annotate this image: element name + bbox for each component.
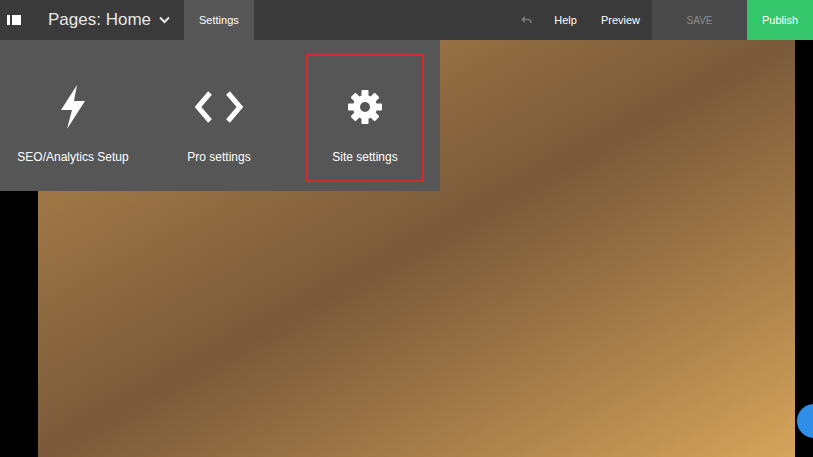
settings-menu-item[interactable]: Pro settings xyxy=(146,40,292,182)
save-button[interactable]: SAVE xyxy=(652,0,747,40)
settings-menu-item-label: Pro settings xyxy=(187,148,250,166)
undo-icon xyxy=(520,15,532,25)
gear-icon xyxy=(347,84,383,130)
page-selector-label: Pages: Home xyxy=(48,7,151,33)
settings-menu: SEO/Analytics Setup Pro settings Site sett… xyxy=(0,40,440,191)
settings-menu-item-box: SEO/Analytics Setup xyxy=(13,54,132,182)
settings-tab[interactable]: Settings xyxy=(184,0,254,40)
sidebar-toggle[interactable] xyxy=(0,0,24,40)
save-label: SAVE xyxy=(687,13,713,28)
settings-menu-item[interactable]: Site settings xyxy=(292,40,438,182)
chevron-down-icon xyxy=(159,16,170,24)
publish-button[interactable]: Publish xyxy=(747,0,813,40)
preview-label: Preview xyxy=(601,12,640,29)
page-selector[interactable]: Pages: Home xyxy=(24,0,184,40)
help-button[interactable]: Help xyxy=(542,0,589,40)
preview-button[interactable]: Preview xyxy=(589,0,652,40)
lightning-icon xyxy=(58,84,88,130)
help-label: Help xyxy=(554,12,577,29)
sidebar-icon xyxy=(7,15,21,25)
settings-menu-item-box: Pro settings xyxy=(160,54,278,182)
settings-menu-item[interactable]: SEO/Analytics Setup xyxy=(0,40,146,182)
top-bar: Pages: Home Settings Help Preview SAVE Publis… xyxy=(0,0,813,40)
code-icon xyxy=(194,84,244,130)
settings-menu-item-label: Site settings xyxy=(332,148,397,166)
settings-menu-item-box: Site settings xyxy=(306,54,424,182)
tab-label: Settings xyxy=(199,12,239,29)
publish-label: Publish xyxy=(762,12,798,29)
settings-menu-item-label: SEO/Analytics Setup xyxy=(17,148,128,166)
undo-button[interactable] xyxy=(510,0,542,40)
spacer xyxy=(254,0,511,40)
